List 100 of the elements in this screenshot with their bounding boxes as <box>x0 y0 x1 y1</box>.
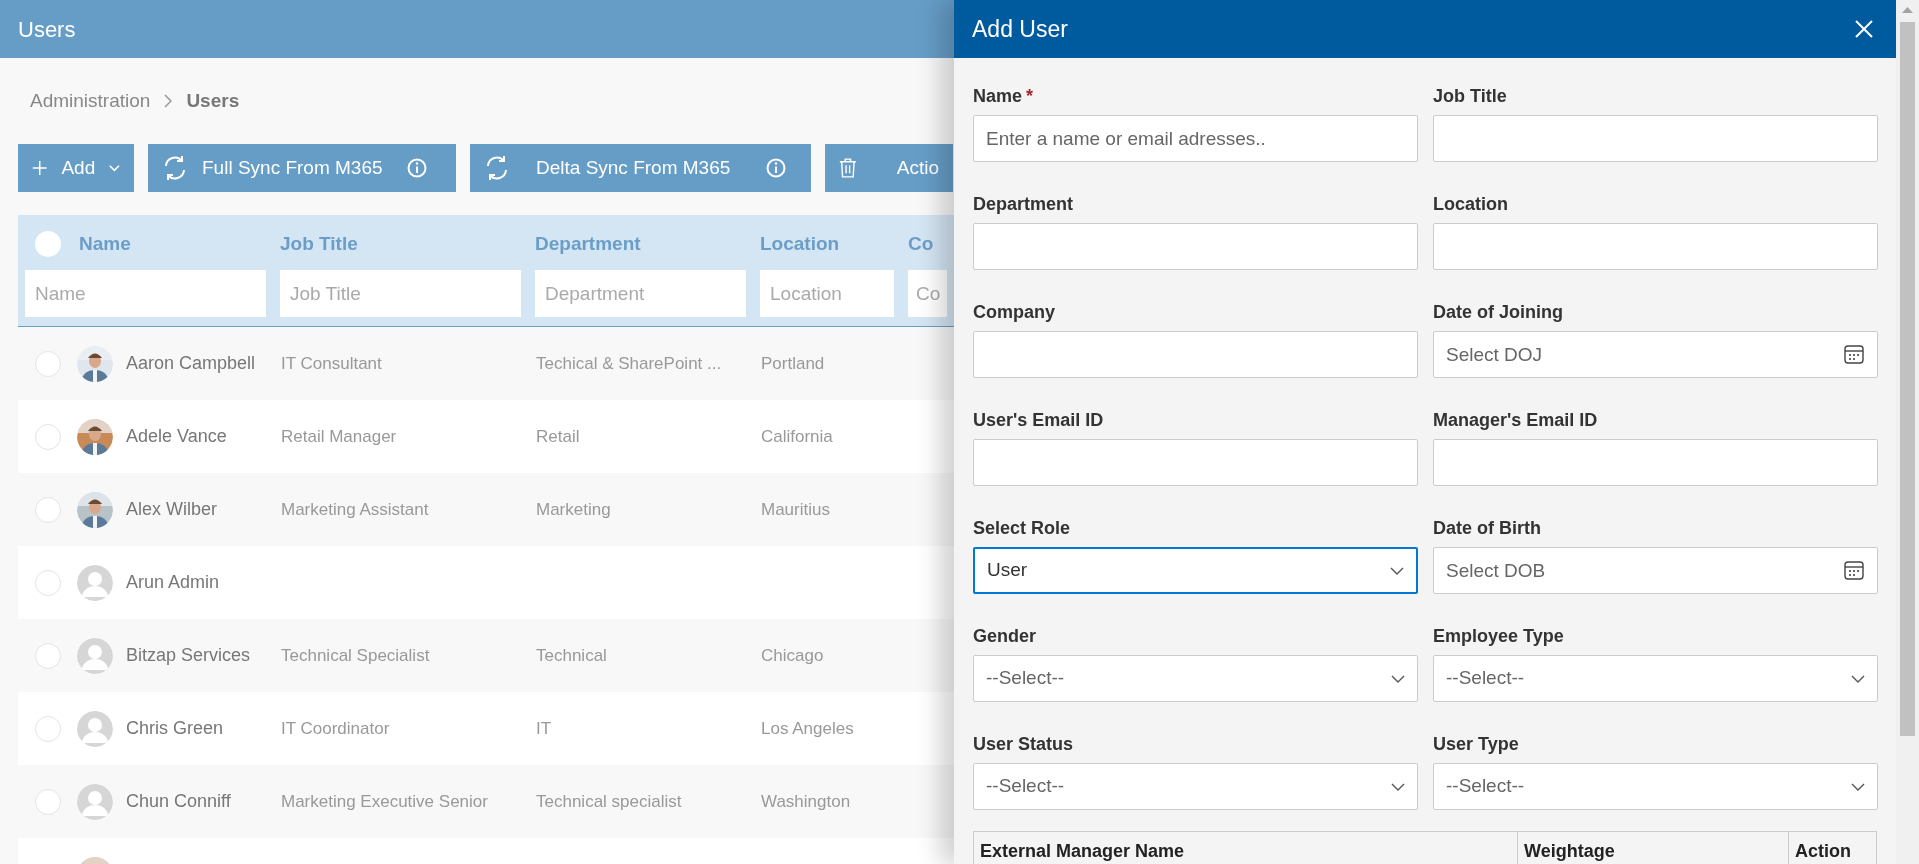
chevron-down-icon <box>1390 566 1404 575</box>
column-header[interactable]: Location <box>760 229 840 259</box>
user-name: Chun Conniff <box>126 790 231 813</box>
scrollbar-thumb[interactable] <box>1900 22 1915 736</box>
page-title: Users <box>18 15 76 44</box>
date-field[interactable]: Select DOJ <box>1433 331 1878 378</box>
field-label: Employee Type <box>1433 626 1564 646</box>
user-name: Aaron Campbell <box>126 352 256 375</box>
filter-field[interactable]: Department <box>535 270 746 317</box>
chevron-down-icon <box>1391 674 1405 683</box>
column-header[interactable]: Name <box>79 229 131 259</box>
date-field[interactable]: Select DOB <box>1433 547 1878 594</box>
table-cell: Marketing <box>536 499 611 519</box>
row-checkbox[interactable] <box>35 642 61 669</box>
chevron-right-icon <box>164 94 173 108</box>
table-cell: Washington <box>761 791 851 811</box>
chevron-down-icon <box>1851 782 1865 791</box>
table-cell: California <box>761 426 833 446</box>
field-label: Name <box>973 86 1023 106</box>
column-header[interactable]: Department <box>535 229 641 259</box>
input-field[interactable] <box>1433 223 1878 270</box>
user-name: Chris Green <box>126 717 224 740</box>
field-label: Location <box>1433 194 1508 214</box>
sync-button[interactable]: Delta Sync From M365 <box>470 144 811 192</box>
row-checkbox[interactable] <box>35 423 61 450</box>
field-label: User Status <box>973 734 1074 754</box>
scroll-up-icon[interactable] <box>1901 5 1914 14</box>
chevron-down-icon <box>109 164 120 172</box>
input-field[interactable]: Enter a name or email adresses.. <box>973 115 1418 162</box>
input-field[interactable] <box>973 223 1418 270</box>
column-header: Action <box>1794 840 1852 863</box>
dropdown[interactable]: --Select-- <box>1433 763 1878 810</box>
column-header[interactable]: Co <box>908 229 934 259</box>
input-field[interactable] <box>973 439 1418 486</box>
table-cell: Technical <box>536 645 607 665</box>
filter-field[interactable]: Co <box>908 270 947 317</box>
calendar-icon[interactable] <box>1844 560 1864 580</box>
field-label: Company <box>973 302 1055 322</box>
info-icon <box>766 158 787 178</box>
row-checkbox[interactable] <box>35 569 61 596</box>
row-checkbox[interactable] <box>35 715 61 742</box>
sync-icon <box>162 155 188 181</box>
trash-icon <box>839 157 857 179</box>
breadcrumb-link[interactable]: Administration <box>30 86 151 116</box>
field-label: Date of Birth <box>1433 518 1541 538</box>
row-checkbox[interactable] <box>35 350 61 377</box>
calendar-icon[interactable] <box>1844 344 1864 364</box>
field-label: Job Title <box>1433 86 1507 106</box>
action-button[interactable]: Actio <box>825 144 953 192</box>
plus-icon <box>32 158 48 178</box>
select-all-checkbox[interactable] <box>35 231 61 257</box>
chevron-down-icon <box>1851 674 1865 683</box>
user-name: Adele Vance <box>126 425 227 448</box>
filter-field[interactable]: Job Title <box>280 270 521 317</box>
table-cell: IT Coordinator <box>281 718 390 738</box>
filter-field[interactable]: Name <box>25 270 266 317</box>
input-field[interactable] <box>1433 115 1878 162</box>
user-name: Arun Admin <box>126 571 220 594</box>
sync-button[interactable]: Full Sync From M365 <box>148 144 456 192</box>
chevron-down-icon <box>1391 782 1405 791</box>
field-label: User Type <box>1433 734 1519 754</box>
user-name: Alex Wilber <box>126 498 218 521</box>
table-cell: Marketing Assistant <box>281 499 429 519</box>
scrollbar[interactable] <box>1896 0 1919 864</box>
field-label: User's Email ID <box>973 410 1104 430</box>
table-cell: Portland <box>761 353 825 373</box>
field-label: Gender <box>973 626 1037 646</box>
field-label: Department <box>973 194 1074 214</box>
table-cell: Technical specialist <box>536 791 682 811</box>
field-label: Date of Joining <box>1433 302 1563 322</box>
column-header: Weightage <box>1518 832 1789 864</box>
panel-title: Add User <box>972 14 1068 44</box>
required-mark: * <box>1026 86 1034 106</box>
input-field[interactable] <box>973 331 1418 378</box>
table-cell: IT Consultant <box>281 353 382 373</box>
table-cell: Los Angeles <box>761 718 854 738</box>
add-button[interactable]: Add <box>18 144 134 192</box>
dropdown[interactable]: User <box>973 547 1418 594</box>
table-cell: Mauritius <box>761 499 830 519</box>
row-checkbox[interactable] <box>35 788 61 815</box>
info-icon <box>406 158 427 178</box>
table-cell: Chicago <box>761 645 824 665</box>
dropdown[interactable]: --Select-- <box>1433 655 1878 702</box>
table-cell: Technical Specialist <box>281 645 430 665</box>
close-icon <box>1854 19 1874 39</box>
breadcrumb-current: Users <box>186 88 240 113</box>
table-cell: Marketing Executive Senior <box>281 791 488 811</box>
sync-icon <box>484 155 510 181</box>
dropdown[interactable]: --Select-- <box>973 763 1418 810</box>
table-cell: IT <box>536 718 552 738</box>
table-cell: Retail <box>536 426 580 446</box>
input-field[interactable] <box>1433 439 1878 486</box>
user-name: Bitzap Services <box>126 644 251 667</box>
field-label: Select Role <box>973 518 1071 538</box>
table-cell: Techical & SharePoint ... <box>536 353 722 373</box>
filter-field[interactable]: Location <box>760 270 894 317</box>
table-cell: Retail Manager <box>281 426 397 446</box>
row-checkbox[interactable] <box>35 496 61 523</box>
dropdown[interactable]: --Select-- <box>973 655 1418 702</box>
column-header[interactable]: Job Title <box>280 229 358 259</box>
